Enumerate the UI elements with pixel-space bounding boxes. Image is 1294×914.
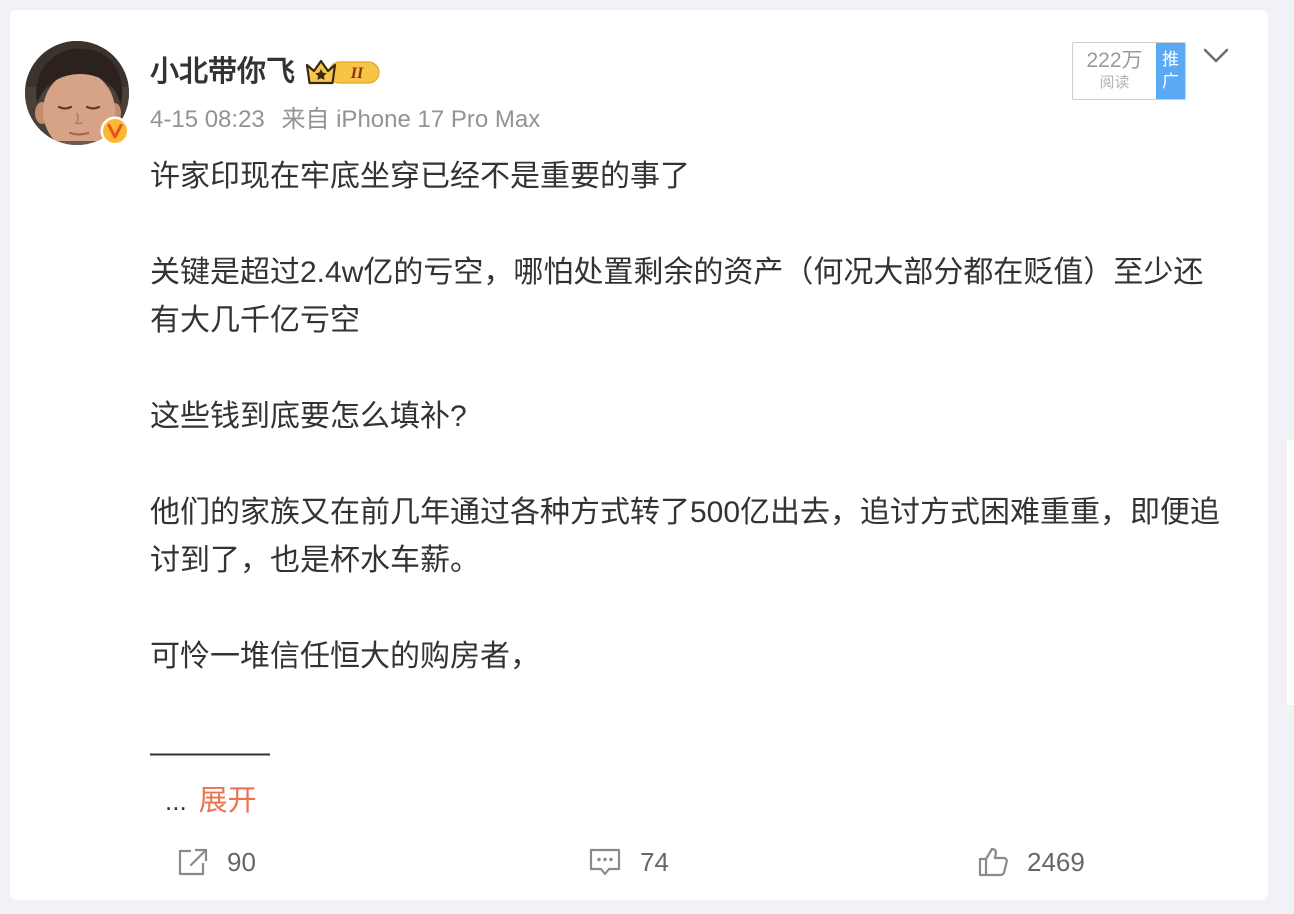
post-text-line: 他们的家族又在前几年通过各种方式转了500亿出去，追讨方式困难重重，即便追 xyxy=(150,496,1221,529)
post-menu-button[interactable] xyxy=(1203,47,1229,65)
read-count-value: 222万 xyxy=(1086,49,1143,72)
post-text-line: 许家印现在牢底坐穿已经不是重要的事了 xyxy=(150,160,690,193)
promote-tag[interactable]: 推 广 xyxy=(1156,43,1185,99)
verified-v-icon xyxy=(100,116,130,146)
post-paragraph: 可怜一堆信任恒大的购房者， xyxy=(150,633,1250,681)
post-text-line: 关键是超过2.4w亿的亏空，哪怕处置剩余的资产（何况大部分都在贬值）至少还 xyxy=(150,256,1204,289)
comment-count: 74 xyxy=(640,847,669,877)
page: 小北带你飞 II 4-15 08:23 来自 iPhone 17 Pro Max… xyxy=(0,0,1294,914)
thumbs-up-icon xyxy=(978,847,1008,877)
share-count: 90 xyxy=(227,847,256,877)
post-time[interactable]: 4-15 08:23 xyxy=(150,106,265,133)
share-icon xyxy=(178,848,208,876)
expand-row: ... 展开 xyxy=(150,777,1250,825)
comment-icon xyxy=(589,848,621,876)
verified-badge xyxy=(100,116,130,146)
post-text: 许家印现在牢底坐穿已经不是重要的事了 关键是超过2.4w亿的亏空，哪怕处置剩余的… xyxy=(150,153,1250,825)
promotion-box[interactable]: 222万 阅读 推 广 xyxy=(1072,42,1186,100)
post-text-line: 可怜一堆信任恒大的购房者， xyxy=(150,640,540,673)
post-divider-text: ———— xyxy=(150,736,270,769)
crown-member-icon[interactable]: II xyxy=(305,57,381,87)
member-level-label: II xyxy=(350,65,364,82)
post-paragraph: 他们的家族又在前几年通过各种方式转了500亿出去，追讨方式困难重重，即便追 讨到… xyxy=(150,489,1250,585)
post-meta: 4-15 08:23 来自 iPhone 17 Pro Max xyxy=(150,104,540,136)
post-text-line: 有大几千亿亏空 xyxy=(150,304,360,337)
chevron-down-icon xyxy=(1203,48,1229,63)
post-paragraph: ———— xyxy=(150,729,1250,777)
adjacent-panel-edge xyxy=(1287,440,1294,705)
author-name[interactable]: 小北带你飞 xyxy=(150,52,295,92)
read-count: 222万 阅读 xyxy=(1073,43,1156,99)
post-paragraph: 这些钱到底要怎么填补? xyxy=(150,393,1250,441)
post-text-line: 这些钱到底要怎么填补? xyxy=(150,400,467,433)
truncation-ellipsis: ... xyxy=(165,786,187,816)
like-count: 2469 xyxy=(1027,847,1085,877)
comment-button[interactable]: 74 xyxy=(588,842,669,882)
like-button[interactable]: 2469 xyxy=(977,842,1085,882)
read-count-label: 阅读 xyxy=(1099,74,1130,91)
post-paragraph: 关键是超过2.4w亿的亏空，哪怕处置剩余的资产（何况大部分都在贬值）至少还 有大… xyxy=(150,249,1250,345)
share-button[interactable]: 90 xyxy=(177,842,256,882)
post-paragraph: 许家印现在牢底坐穿已经不是重要的事了 xyxy=(150,153,1250,201)
post-source: 来自 iPhone 17 Pro Max xyxy=(281,106,541,133)
author-header: 小北带你飞 II xyxy=(150,52,381,92)
weibo-post-card: 小北带你飞 II 4-15 08:23 来自 iPhone 17 Pro Max… xyxy=(10,10,1268,900)
promote-tag-char-1: 推 xyxy=(1162,50,1179,69)
post-text-line: 讨到了，也是杯水车薪。 xyxy=(150,544,480,577)
promote-tag-char-2: 广 xyxy=(1162,72,1179,91)
expand-link[interactable]: 展开 xyxy=(199,785,257,817)
